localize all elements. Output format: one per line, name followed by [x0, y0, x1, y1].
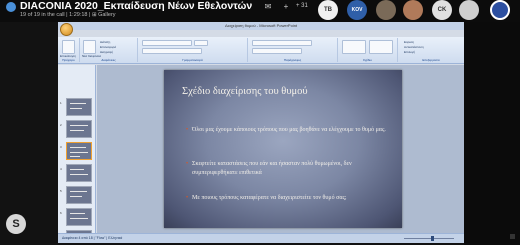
right-panel — [464, 22, 520, 245]
thumbnail-number: 5 — [60, 189, 62, 193]
find-button[interactable]: Εύρεση — [404, 40, 414, 44]
current-slide[interactable]: Σχέδιο διαχείρισης του θυμού • Όλοι μας … — [164, 70, 402, 228]
ribbon: Επικόλληση Πρόχειρο Νέα διαφάνεια Διάταξ… — [58, 37, 464, 64]
shapes-gallery[interactable] — [342, 40, 366, 54]
alignment-buttons[interactable] — [252, 48, 302, 54]
participant-extra-count[interactable]: + 31 — [296, 3, 308, 9]
slide-thumbnail-panel[interactable]: 1 2 3 4 5 6 7 — [58, 65, 96, 243]
skype-icon[interactable]: S — [6, 214, 26, 234]
screen: DIACONIA 2020_Εκπαίδευση Νέων Εθελοντών … — [0, 0, 520, 245]
ribbon-group-label: Επεξεργασία — [422, 58, 440, 62]
list-buttons[interactable] — [252, 40, 312, 46]
shared-powerpoint-window: Διαχείριση θυμού - Microsoft PowerPoint … — [58, 22, 464, 243]
replace-button[interactable]: Αντικατάσταση — [404, 45, 424, 49]
slide-bullet[interactable]: • Σκεφτείτε καταστάσεις που εάν και ήσασ… — [186, 160, 392, 178]
avatar[interactable] — [459, 0, 479, 20]
zoom-slider-handle[interactable] — [431, 236, 434, 241]
ribbon-group-clipboard: Επικόλληση Πρόχειρο — [58, 38, 80, 62]
font-size-select[interactable] — [194, 40, 208, 46]
avatar[interactable] — [376, 0, 396, 20]
add-participant-icon[interactable]: + — [280, 2, 292, 12]
ribbon-group-drawing: Σχέδιο — [338, 38, 398, 62]
status-text: Διαφάνεια 4 από 18 | "Flow" | Ελληνικά — [62, 236, 123, 240]
ribbon-group-label: Πρόχειρο — [62, 58, 75, 62]
quick-styles-button[interactable] — [369, 40, 393, 54]
reset-button[interactable]: Επαναφορά — [100, 45, 116, 49]
slide-thumbnail-selected[interactable] — [66, 142, 92, 160]
ribbon-group-slides: Νέα διαφάνεια Διάταξη Επαναφορά Διαγραφή… — [80, 38, 138, 62]
thumbnail-number: 1 — [60, 101, 62, 105]
new-slide-button[interactable] — [83, 40, 96, 54]
avatar[interactable] — [403, 0, 423, 20]
ppt-status-bar: Διαφάνεια 4 από 18 | "Flow" | Ελληνικά — [58, 233, 464, 243]
office-button-icon[interactable] — [60, 23, 73, 36]
thumbnail-number: 3 — [60, 145, 62, 149]
ribbon-group-paragraph: Παράγραφος — [248, 38, 338, 62]
avatar[interactable]: CK — [432, 0, 452, 20]
ribbon-group-label: Σχέδιο — [363, 58, 372, 62]
corner-control-icon[interactable] — [510, 234, 515, 239]
ribbon-group-label: Παράγραφος — [283, 58, 302, 62]
bullet-marker-icon: • — [186, 161, 189, 167]
avatar[interactable] — [490, 0, 510, 20]
slide-editing-area: Σχέδιο διαχείρισης του θυμού • Όλοι μας … — [97, 65, 464, 233]
delete-button[interactable]: Διαγραφή — [100, 50, 113, 54]
bullet-marker-icon: • — [186, 195, 189, 201]
meeting-app-icon — [6, 2, 16, 12]
bullet-marker-icon: • — [186, 127, 189, 133]
avatar[interactable]: TB — [318, 0, 338, 20]
thumbnail-number: 2 — [60, 123, 62, 127]
zoom-slider[interactable] — [404, 238, 454, 239]
slide-bullet[interactable]: • Με ποιους τρόπους καταφέρατε να διαχει… — [186, 194, 392, 203]
avatar[interactable]: KOV — [347, 0, 367, 20]
select-button[interactable]: Επιλογή — [404, 50, 415, 54]
thumbnail-number: 6 — [60, 211, 62, 215]
slide-thumbnail[interactable] — [66, 98, 92, 116]
slide-thumbnail[interactable] — [66, 120, 92, 138]
thumbnail-number: 4 — [60, 167, 62, 171]
slide-thumbnail[interactable] — [66, 186, 92, 204]
slide-title[interactable]: Σχέδιο διαχείρισης του θυμού — [182, 86, 308, 97]
slide-bullet[interactable]: • Όλοι μας έχουμε κάποιους τρόπους που μ… — [186, 126, 392, 135]
ribbon-group-label: Γραμματοσειρά — [182, 58, 203, 62]
ribbon-group-font: Γραμματοσειρά — [138, 38, 248, 62]
ppt-window-title: Διαχείριση θυμού - Microsoft PowerPoint — [58, 22, 464, 30]
ribbon-group-label: Διαφάνειες — [101, 58, 116, 62]
bullet-text: Με ποιους τρόπους καταφέρατε να διαχειρι… — [192, 195, 347, 201]
font-family-select[interactable] — [142, 40, 192, 46]
bullet-text: Σκεφτείτε καταστάσεις που εάν και ήσαστα… — [192, 161, 352, 176]
slide-thumbnail[interactable] — [66, 164, 92, 182]
meeting-subtitle: 19 of 19 in the call | 1:29:18 | ⊞ Galle… — [20, 12, 116, 18]
font-style-buttons[interactable] — [142, 48, 202, 54]
ribbon-group-editing: Εύρεση Αντικατάσταση Επιλογή Επεξεργασία — [398, 38, 464, 62]
chat-icon[interactable]: ✉ — [262, 2, 274, 12]
meeting-title: DIACONIA 2020_Εκπαίδευση Νέων Εθελοντών — [20, 0, 253, 12]
layout-button[interactable]: Διάταξη — [100, 40, 110, 44]
meeting-top-bar: DIACONIA 2020_Εκπαίδευση Νέων Εθελοντών … — [0, 0, 520, 22]
ribbon-tabs: Κεντρική Εισαγωγή Σχεδίαση Κίνηση Προβολ… — [74, 30, 464, 46]
bullet-text: Όλοι μας έχουμε κάποιους τρόπους που μας… — [192, 127, 386, 133]
paste-button[interactable] — [62, 40, 75, 54]
slide-thumbnail[interactable] — [66, 208, 92, 226]
